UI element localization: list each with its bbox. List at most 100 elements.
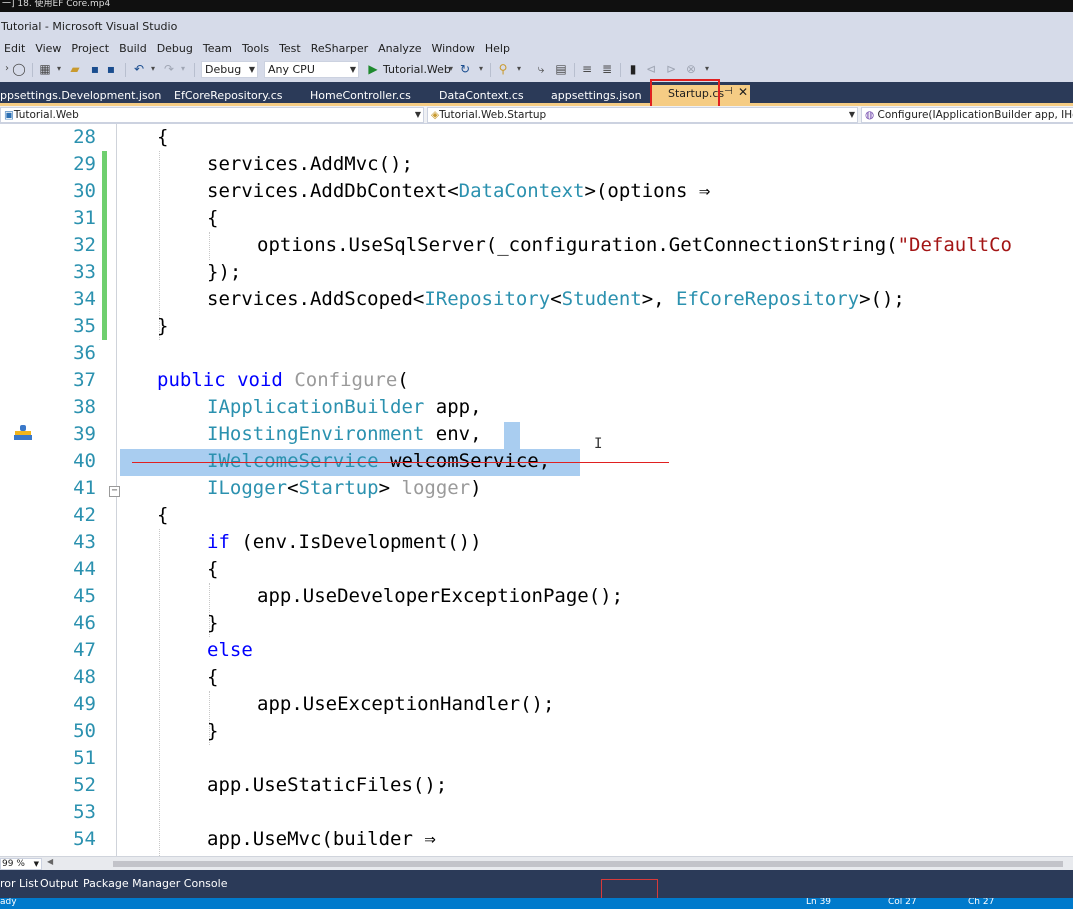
code-token: Configure [294,369,398,391]
panel-tab-output[interactable]: Output [40,877,78,890]
menu-window[interactable]: Window [428,40,481,58]
line-number: 37 [73,369,96,391]
configuration-select[interactable]: Debug ▼ [201,61,258,78]
code-line[interactable]: 54 app.UseMvc(builder ⇒ [0,826,1073,853]
chevron-down-icon[interactable]: ▾ [146,62,160,76]
code-line[interactable]: 28 { [0,124,1073,151]
menu-view[interactable]: View [31,40,67,58]
new-project-icon[interactable]: ▦ [38,62,52,76]
menu-help[interactable]: Help [481,40,516,58]
code-line[interactable]: 31 { [0,205,1073,232]
code-line[interactable]: 44 { [0,556,1073,583]
open-folder-icon[interactable]: ▰ [68,62,82,76]
code-token: app.UseExceptionHandler(); [257,693,555,715]
menu-build[interactable]: Build [115,40,153,58]
code-line[interactable]: 47 else [0,637,1073,664]
code-text: services.AddScoped<IRepository<Student>,… [207,286,905,313]
menu-resharper[interactable]: ReSharper [307,40,374,58]
code-editor[interactable]: − 28{29 services.AddMvc(); 30 services.AddD… [0,124,1073,856]
chevron-down-icon[interactable]: ▾ [52,62,66,76]
save-icon[interactable]: ▪ [88,62,102,76]
line-number: 35 [73,315,96,337]
tab-efcorerepository-cs[interactable]: EfCoreRepository.cs [174,89,282,102]
tab-datacontext-cs[interactable]: DataContext.cs [439,89,524,102]
code-line[interactable]: 30 services.AddDbContext<DataContext>(opt… [0,178,1073,205]
strikethrough-mark [132,462,669,463]
start-target-label[interactable]: Tutorial.Web [383,62,451,78]
class-select[interactable]: ◈Tutorial.Web.Startup ▼ [427,107,858,123]
play-icon[interactable]: ▶ [366,62,380,76]
code-text: } [157,313,168,340]
code-token: } [207,720,219,742]
platform-select[interactable]: Any CPU ▼ [264,61,359,78]
code-line[interactable]: 45 app.UseDeveloperExceptionPage(); [0,583,1073,610]
undo-icon[interactable]: ↶ [132,62,146,76]
overflow-icon[interactable]: ▾ [700,62,714,76]
menu-edit[interactable]: Edit [0,40,31,58]
redo-icon[interactable]: ↷ [162,62,176,76]
code-token: else [207,639,253,661]
code-token: app.UseMvc(builder ⇒ [207,828,436,850]
code-line[interactable]: 41 ILogger<Startup> logger) [0,475,1073,502]
platform-value: Any CPU [268,63,315,76]
panel-tab-package-manager-console[interactable]: Package Manager Console [83,877,227,890]
panel-tab-ror-list[interactable]: ror List [0,877,38,890]
zoom-select[interactable]: 99 % ▼ [0,858,42,870]
code-line[interactable]: 32 options.UseSqlServer(_configuration.Ge… [0,232,1073,259]
menu-team[interactable]: Team [199,40,238,58]
menu-test[interactable]: Test [275,40,307,58]
code-token: ( [397,369,409,391]
code-line[interactable]: 42 { [0,502,1073,529]
chevron-down-icon[interactable]: ▾ [176,62,190,76]
project-select[interactable]: ▣Tutorial.Web ▼ [0,107,424,123]
menu-debug[interactable]: Debug [153,40,199,58]
tab-homecontroller-cs[interactable]: HomeController.cs [310,89,411,102]
video-title: 一] 18. 使用EF Core.mp4 [2,0,111,9]
menu-tools[interactable]: Tools [238,40,275,58]
code-line[interactable]: 48 { [0,664,1073,691]
tab-ppsettings-development-json[interactable]: ppsettings.Development.json [0,89,161,102]
chevron-down-icon[interactable]: ▾ [444,62,458,76]
code-line[interactable]: 34 services.AddScoped<IRepository<Student… [0,286,1073,313]
line-number: 50 [73,720,96,742]
prev-bookmark-icon[interactable]: ⊲ [644,62,658,76]
next-bookmark-icon[interactable]: ⊳ [664,62,678,76]
bookmark-icon[interactable]: ▮ [626,62,640,76]
member-select[interactable]: ◍ Configure(IApplicationBuilder app, IHo… [861,107,1073,123]
code-line[interactable]: 51 [0,745,1073,772]
menu-analyze[interactable]: Analyze [374,40,427,58]
step-icon[interactable]: ⤷ [534,62,548,76]
code-line[interactable]: 43 if (env.IsDevelopment()) [0,529,1073,556]
outline-icon[interactable]: ▤ [554,62,568,76]
uncomment-icon[interactable]: ≣ [600,62,614,76]
code-line[interactable]: 37 public void Configure( [0,367,1073,394]
menu-project[interactable]: Project [67,40,115,58]
comment-icon[interactable]: ≡ [580,62,594,76]
scroll-left-icon[interactable]: ◀ [47,857,53,866]
close-icon[interactable]: ✕ [738,85,748,99]
save-all-icon[interactable]: ▪ [104,62,118,76]
code-line[interactable]: 38 IApplicationBuilder app, [0,394,1073,421]
code-line[interactable]: 36 [0,340,1073,367]
chevron-down-icon[interactable]: ▾ [474,62,488,76]
code-line[interactable]: 49 app.UseExceptionHandler(); [0,691,1073,718]
find-icon[interactable]: ⚲ [496,62,510,76]
toolbar-separator [574,63,575,77]
scrollbar-thumb[interactable] [113,861,1063,867]
code-line[interactable]: 35} [0,313,1073,340]
refresh-icon[interactable]: ↻ [458,62,472,76]
back-circle-icon[interactable]: ◯ [12,62,26,76]
clear-bookmarks-icon[interactable]: ⊗ [684,62,698,76]
code-token: } [157,315,169,337]
code-line[interactable]: 53 [0,799,1073,826]
tab-appsettings-json[interactable]: appsettings.json [551,89,642,102]
code-line[interactable]: 39 IHostingEnvironment env, [0,421,1073,448]
horizontal-scrollbar[interactable]: 99 % ▼ ◀ [0,856,1073,870]
code-line[interactable]: 52 app.UseStaticFiles(); [0,772,1073,799]
code-line[interactable]: 33}); [0,259,1073,286]
code-line[interactable]: 46} [0,610,1073,637]
code-line[interactable]: 50} [0,718,1073,745]
overflow-icon[interactable]: ▾ [512,62,526,76]
code-line[interactable]: 29 services.AddMvc(); [0,151,1073,178]
pin-icon[interactable]: ⊣ [724,86,733,97]
